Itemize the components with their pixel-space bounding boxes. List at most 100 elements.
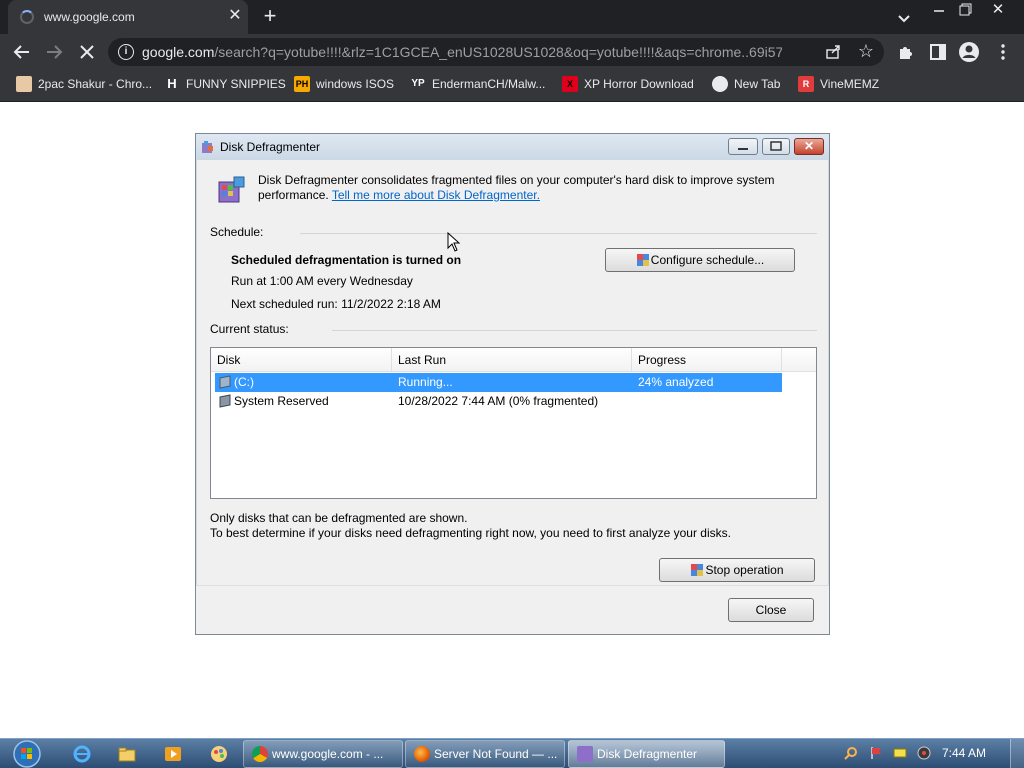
disk-progress: 24% analyzed [638, 375, 714, 389]
browser-tab-strip: www.google.com ✕ + ✕ [0, 0, 1024, 34]
loading-spinner-icon [20, 10, 34, 24]
bookmark-new-tab[interactable]: New Tab [712, 76, 780, 96]
dialog-maximize-button[interactable] [762, 138, 790, 155]
mouse-cursor-icon [447, 232, 461, 252]
browser-tab-active[interactable]: www.google.com ✕ [8, 0, 248, 34]
dialog-title: Disk Defragmenter [220, 140, 321, 154]
disk-last-run: Running... [398, 375, 453, 389]
ph-logo-icon: PH [294, 76, 310, 92]
address-bar[interactable]: i google.com/search?q=yotube!!!!&rlz=1C1… [108, 38, 884, 66]
volume-tray-icon[interactable] [917, 746, 931, 760]
disk-defragmenter-window: Disk Defragmenter ✕ Disk Defragmenter co… [195, 133, 830, 635]
uac-shield-icon [636, 254, 649, 266]
learn-more-link[interactable]: Tell me more about Disk Defragmenter. [332, 188, 540, 202]
stop-operation-label: Stop operation [705, 563, 784, 577]
browser-toolbar: i google.com/search?q=yotube!!!!&rlz=1C1… [0, 34, 1024, 70]
intro-description: Disk Defragmenter consolidates fragmente… [258, 173, 818, 203]
status-divider [332, 330, 817, 331]
window-close-button[interactable]: ✕ [986, 2, 1010, 18]
stop-operation-button[interactable]: Stop operation [659, 558, 815, 582]
disk-row-system-reserved[interactable]: System Reserved 10/28/2022 7:44 AM (0% f… [215, 392, 782, 411]
column-header-progress[interactable]: Progress [632, 348, 782, 372]
bookmark-vinememz[interactable]: R VineMEMZ [798, 76, 879, 96]
taskbar-window-defrag[interactable]: Disk Defragmenter [568, 740, 725, 768]
window-restore-button[interactable] [954, 2, 976, 18]
dialog-titlebar[interactable]: Disk Defragmenter ✕ [196, 134, 829, 160]
tab-search-chevron-icon[interactable] [894, 8, 914, 28]
media-player-icon[interactable] [163, 744, 183, 764]
footer-note-shown-disks: Only disks that can be defragmented are … [210, 511, 468, 525]
disk-name: System Reserved [234, 394, 329, 408]
taskbar-window-chrome[interactable]: www.google.com - ... [243, 740, 403, 768]
column-header-disk[interactable]: Disk [211, 348, 392, 372]
bookmark-label: XP Horror Download [584, 77, 694, 91]
column-header-last-run[interactable]: Last Run [392, 348, 632, 372]
defrag-app-icon [202, 141, 213, 153]
bookmark-xp-horror[interactable]: X XP Horror Download [562, 76, 694, 96]
forward-arrow-icon[interactable] [43, 41, 65, 63]
extensions-puzzle-icon[interactable] [895, 41, 917, 63]
defrag-icon [577, 746, 593, 762]
bookmark-star-icon[interactable]: ☆ [856, 41, 876, 61]
chrome-icon [252, 746, 268, 762]
defragmenter-icon [218, 176, 245, 203]
dialog-button-bar: Close [196, 585, 829, 634]
configure-schedule-label: Configure schedule... [650, 253, 765, 267]
system-clock[interactable]: 7:44 AM [936, 746, 992, 760]
bookmark-label: 2pac Shakur - Chro... [38, 77, 153, 91]
start-button[interactable] [8, 739, 46, 768]
footer-note-analyze: To best determine if your disks need def… [210, 526, 731, 540]
close-button[interactable]: Close [728, 598, 814, 622]
tab-title: www.google.com [44, 10, 135, 24]
tab-close-icon[interactable]: ✕ [226, 6, 244, 26]
bookmark-windows-isos[interactable]: PH windows ISOS [294, 76, 394, 96]
show-desktop-button[interactable] [1010, 739, 1024, 768]
url-text[interactable]: google.com/search?q=yotube!!!!&rlz=1C1GC… [142, 44, 782, 60]
configure-schedule-button[interactable]: Configure schedule... [605, 248, 795, 272]
disk-last-run: 10/28/2022 7:44 AM (0% fragmented) [398, 394, 599, 408]
disk-list[interactable]: Disk Last Run Progress (C:) Running... 2… [210, 347, 817, 499]
bookmark-endermanch[interactable]: YP EndermanCH/Malw... [410, 76, 545, 96]
taskbar-window-firefox[interactable]: Server Not Found — ... [405, 740, 565, 768]
bookmark-label: VineMEMZ [820, 77, 880, 91]
file-explorer-icon[interactable] [117, 744, 137, 764]
current-status-label: Current status: [210, 322, 289, 336]
new-tab-button[interactable]: + [258, 4, 282, 30]
url-path: /search?q=yotube!!!!&rlz=1C1GCEA_enUS102… [214, 44, 782, 60]
hard-disk-icon [219, 394, 231, 408]
paint-icon[interactable] [209, 744, 229, 764]
yp-logo-icon: YP [411, 78, 425, 89]
stop-loading-icon[interactable] [76, 41, 98, 63]
bookmark-label: New Tab [734, 77, 781, 91]
dialog-close-button[interactable]: ✕ [794, 138, 824, 155]
share-icon[interactable] [824, 43, 842, 61]
globe-icon [712, 76, 728, 92]
display-tray-icon[interactable] [893, 746, 907, 760]
schedule-run-at: Run at 1:00 AM every Wednesday [231, 274, 413, 288]
side-panel-icon[interactable] [927, 41, 949, 63]
search-tray-icon[interactable] [844, 746, 858, 760]
schedule-next-run: Next scheduled run: 11/2/2022 2:18 AM [231, 297, 441, 311]
bookmark-funny-snippies[interactable]: H FUNNY SNIPPIES [164, 76, 286, 96]
window-minimize-button[interactable] [928, 2, 950, 18]
firefox-icon [414, 746, 430, 762]
windows-taskbar: www.google.com - ... Server Not Found — … [0, 738, 1024, 768]
dialog-minimize-button[interactable] [728, 138, 758, 155]
taskbar-window-label: Server Not Found — ... [434, 747, 558, 761]
disk-row-c[interactable]: (C:) Running... 24% analyzed [215, 373, 782, 392]
profile-avatar-icon[interactable] [958, 41, 980, 63]
site-info-icon[interactable]: i [118, 44, 134, 60]
taskbar-window-label: Disk Defragmenter [597, 747, 698, 761]
bookmark-label: windows ISOS [316, 77, 395, 91]
hard-disk-icon [219, 375, 231, 389]
bookmark-2pac[interactable]: 2pac Shakur - Chro... [16, 76, 152, 96]
disk-list-header: Disk Last Run Progress [211, 348, 816, 372]
action-center-flag-icon[interactable] [869, 746, 883, 760]
bookmarks-bar: 2pac Shakur - Chro... H FUNNY SNIPPIES PH… [0, 70, 1024, 102]
disk-name: (C:) [234, 375, 254, 389]
internet-explorer-icon[interactable] [72, 744, 92, 764]
h-logo-icon: H [167, 76, 177, 91]
chrome-menu-kebab-icon[interactable] [992, 41, 1014, 63]
taskbar-window-label: www.google.com - ... [272, 747, 384, 761]
back-arrow-icon[interactable] [11, 41, 33, 63]
